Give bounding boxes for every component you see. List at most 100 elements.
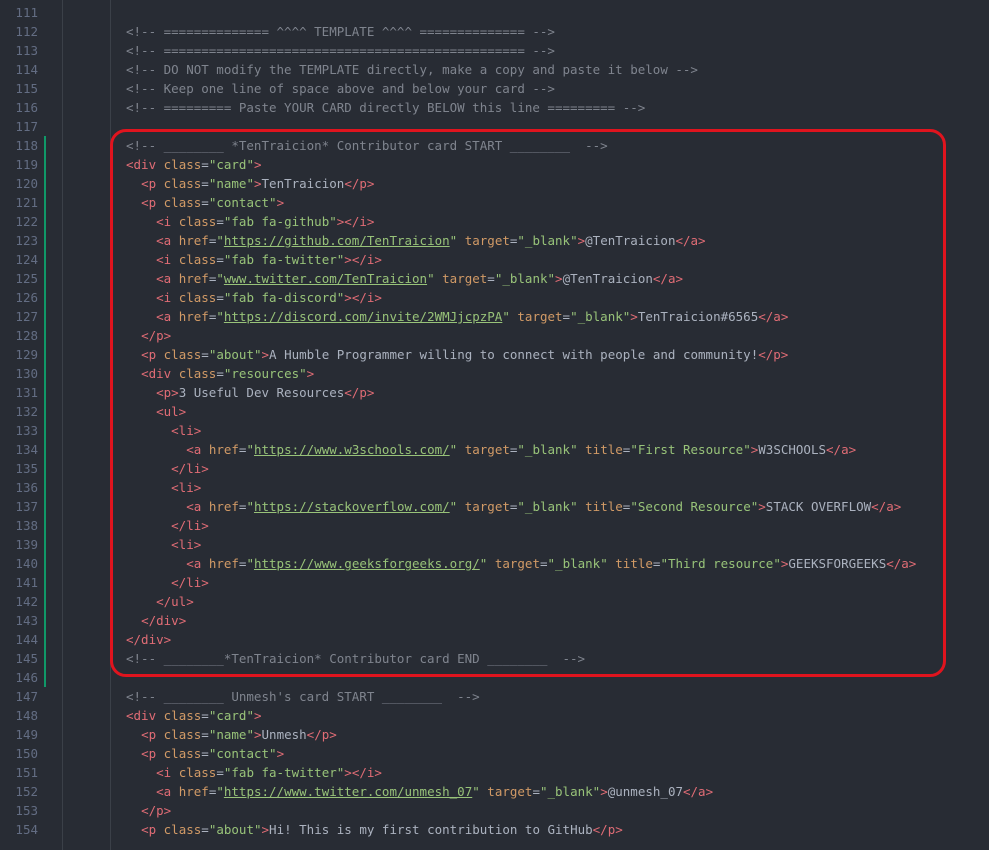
code-line[interactable]: 153 </p>	[0, 801, 989, 820]
code-line[interactable]: 151 <i class="fab fa-twitter"></i>	[0, 763, 989, 782]
code-line[interactable]: 133 <li>	[0, 421, 989, 440]
code-line[interactable]: 145 <!-- ________*TenTraicion* Contributo…	[0, 649, 989, 668]
code-line[interactable]: 129 <p class="about">A Humble Programmer…	[0, 345, 989, 364]
git-modified-marker	[44, 459, 46, 478]
code-line[interactable]: 121 <p class="contact">	[0, 193, 989, 212]
code-line[interactable]: 111	[0, 3, 989, 22]
code-line[interactable]: 125 <a href = "www.twitter.com/TenTraicion…	[0, 269, 989, 288]
code-line[interactable]: 141 </li>	[0, 573, 989, 592]
code-line[interactable]: 122 <i class="fab fa-github"></i>	[0, 212, 989, 231]
code-line[interactable]: 127 <a href = "https://discord.com/invite/…	[0, 307, 989, 326]
code-line[interactable]: 130 <div class="resources">	[0, 364, 989, 383]
code-line[interactable]: 135 </li>	[0, 459, 989, 478]
code-token: GEEKSFORGEEKS	[788, 556, 887, 571]
line-code: </li>	[126, 573, 209, 592]
code-line[interactable]: 123 <a href="https://github.com/TenTraic…	[0, 231, 989, 250]
code-line[interactable]: 131 <p>3 Useful Dev Resources</p>	[0, 383, 989, 402]
code-line[interactable]: 154 <p class="about">Hi! This is my firs…	[0, 820, 989, 839]
git-modified-marker	[44, 307, 46, 326]
code-line[interactable]: 147 <!-- ________ Unmesh's card START ___…	[0, 687, 989, 706]
code-line[interactable]: 118 <!-- ________ *TenTraicion* Contribut…	[0, 136, 989, 155]
code-line[interactable]: 115 <!-- Keep one line of space above and…	[0, 79, 989, 98]
code-line[interactable]: 119 <div class="card">	[0, 155, 989, 174]
code-token: =	[201, 176, 209, 191]
code-line[interactable]: 134 <a href="https://www.w3schools.com/"…	[0, 440, 989, 459]
code-token: <p	[141, 746, 157, 761]
code-line[interactable]: 113 <!-- ================================…	[0, 41, 989, 60]
line-number: 123	[15, 233, 38, 248]
code-editor[interactable]: 111 112 <!-- ============== ^^^^ TEMPLATE …	[0, 0, 989, 850]
git-modified-marker	[44, 269, 46, 288]
line-number: 132	[15, 404, 38, 419]
code-line[interactable]: 139 <li>	[0, 535, 989, 554]
code-token: >	[758, 499, 766, 514]
code-line[interactable]: 138 </li>	[0, 516, 989, 535]
line-number: 125	[15, 271, 38, 286]
code-token: target	[464, 233, 510, 248]
code-line[interactable]: 120 <p class="name">TenTraicion</p>	[0, 174, 989, 193]
code-line[interactable]: 112 <!-- ============== ^^^^ TEMPLATE ^^^…	[0, 22, 989, 41]
code-token: >	[276, 195, 285, 210]
code-line[interactable]: 146	[0, 668, 989, 687]
git-modified-marker	[44, 478, 46, 497]
code-token: "Third resource"	[660, 556, 781, 571]
code-token: "_blank"	[517, 499, 578, 514]
git-modified-marker	[44, 212, 46, 231]
code-line[interactable]: 132 <ul>	[0, 402, 989, 421]
code-line[interactable]: 140 <a href = "https://www.geeksforgeeks.o…	[0, 554, 989, 573]
code-line[interactable]: 136 <li>	[0, 478, 989, 497]
code-token: class	[163, 195, 202, 210]
line-number: 130	[15, 366, 38, 381]
code-token: "about"	[208, 822, 262, 837]
code-line[interactable]: 114 <!-- DO NOT modify the TEMPLATE direc…	[0, 60, 989, 79]
code-token: href	[208, 442, 239, 457]
code-token: <a	[156, 271, 172, 286]
line-number: 124	[15, 252, 38, 267]
code-token: >	[253, 157, 262, 172]
code-line[interactable]: 128 </p>	[0, 326, 989, 345]
code-token: >	[276, 746, 285, 761]
code-token: "	[246, 499, 254, 514]
code-line[interactable]: 152 <a href = "https://www.twitter.com/unm…	[0, 782, 989, 801]
code-token: >	[600, 784, 608, 799]
code-token: "card"	[208, 708, 254, 723]
code-line[interactable]: 126 <i class="fab fa-discord"></i>	[0, 288, 989, 307]
code-line[interactable]: 144 </div>	[0, 630, 989, 649]
code-token: TenTraicion	[261, 176, 345, 191]
code-line[interactable]: 149 <p class="name">Unmesh</p>	[0, 725, 989, 744]
line-code: <i class="fab fa-twitter"></i>	[126, 763, 382, 782]
code-line[interactable]: 148 <div class="card">	[0, 706, 989, 725]
code-line[interactable]: 142 </ul>	[0, 592, 989, 611]
code-token: <!-- ========= Paste YOUR CARD directly …	[126, 100, 646, 115]
code-line[interactable]: 124 <i class="fab fa-twitter"></i>	[0, 250, 989, 269]
code-token: "name"	[208, 727, 254, 742]
code-token: <div	[126, 708, 157, 723]
git-modified-marker	[44, 573, 46, 592]
code-line[interactable]: 137 <a href="https://stackoverflow.com/"…	[0, 497, 989, 516]
code-token: https://github.com/TenTraicion	[223, 233, 450, 248]
code-token: <!-- ===================================…	[126, 43, 555, 58]
code-token: "First Resource"	[630, 442, 751, 457]
code-token: "	[216, 233, 224, 248]
code-token: </div>	[141, 613, 187, 628]
code-token: <li>	[171, 423, 202, 438]
code-token: </p>	[344, 385, 375, 400]
code-line[interactable]: 143 </div>	[0, 611, 989, 630]
code-line[interactable]: 150 <p class="contact">	[0, 744, 989, 763]
code-line[interactable]: 116 <!-- ========= Paste YOUR CARD direct…	[0, 98, 989, 117]
code-line[interactable]: 117	[0, 117, 989, 136]
code-token: =	[201, 746, 209, 761]
code-lines[interactable]: 111 112 <!-- ============== ^^^^ TEMPLATE …	[0, 3, 989, 839]
